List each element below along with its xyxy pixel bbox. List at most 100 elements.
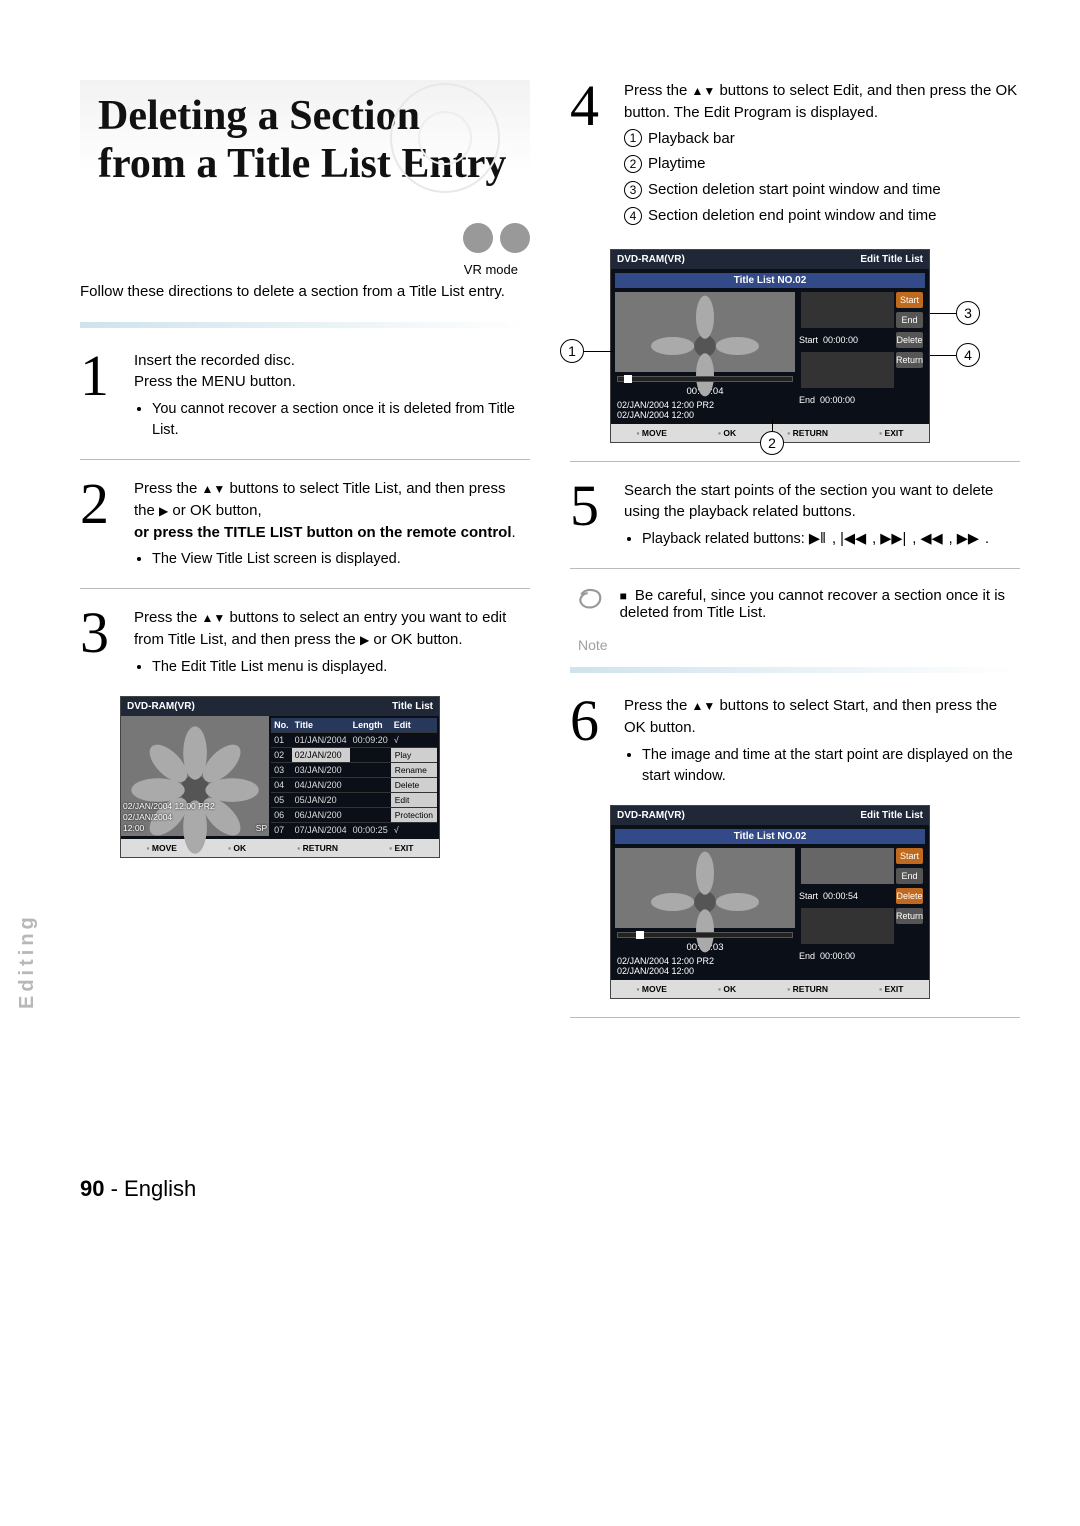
table-row: 0505/JAN/20Edit (271, 792, 437, 807)
text: Press the (624, 697, 692, 714)
key-move: MOVE (637, 984, 667, 994)
step-2: 2 Press the ▲▼ buttons to select Title L… (80, 478, 530, 570)
page-number: 90 (80, 1176, 104, 1201)
text: . (512, 524, 516, 541)
edit-title-list-screen-a: DVD-RAM(VR) Edit Title List Title List N… (610, 249, 930, 443)
text: Press the (624, 82, 692, 99)
text: or OK button, (168, 502, 261, 519)
legend-number-icon: 4 (624, 207, 642, 225)
value: 00:00:54 (823, 891, 858, 901)
col-length: Length (350, 718, 391, 733)
step-5: 5 Search the start points of the section… (570, 480, 1020, 551)
screen-header-left: DVD-RAM(VR) (617, 254, 685, 265)
flower-icon (121, 716, 269, 864)
table-row: 0606/JAN/200Protection (271, 807, 437, 822)
up-down-arrow-icon: ▲▼ (202, 611, 226, 625)
title-list-screen: DVD-RAM(VR) Title List 02/JAN/2004 12:00… (120, 696, 440, 858)
end-preview (801, 352, 894, 388)
skip-back-icon: |◀◀ (840, 531, 866, 547)
key-exit: EXIT (879, 984, 903, 994)
disc-graphic (390, 83, 500, 193)
info-line: 02/JAN/2004 12:00 PR2 (617, 400, 793, 410)
rewind-icon: ◀◀ (920, 531, 942, 547)
page-footer: 90 - English (80, 1176, 1020, 1202)
start-preview (801, 848, 894, 884)
step-bullet: The image and time at the start point ar… (642, 745, 1020, 787)
flower-icon (615, 292, 795, 400)
step-text-bold: or press the TITLE LIST button on the re… (134, 522, 530, 544)
thumbnail (615, 848, 795, 928)
right-arrow-icon: ▶ (360, 633, 369, 647)
title-panel: Deleting a Section from a Title List Ent… (80, 80, 530, 211)
key-ok: OK (718, 428, 736, 438)
screen-header-right: Title List (392, 701, 433, 712)
col-edit: Edit (391, 718, 437, 733)
step-6: 6 Press the ▲▼ buttons to select Start, … (570, 695, 1020, 787)
screen-header-left: DVD-RAM(VR) (617, 810, 685, 821)
table-row: 0202/JAN/200Play (271, 747, 437, 762)
legend-text: Playtime (648, 153, 706, 175)
menu-start-button: Start (896, 848, 923, 864)
note-icon-col: Note (578, 587, 608, 653)
label: End (799, 395, 815, 405)
text: or press the TITLE LIST button on the re… (134, 524, 512, 541)
key-exit: EXIT (389, 843, 413, 853)
playback-bar (617, 932, 793, 938)
step-bullet: The Edit Title List menu is displayed. (152, 657, 530, 678)
legend-text: Section deletion end point window and ti… (648, 205, 937, 227)
key-return: RETURN (787, 428, 828, 438)
divider (80, 322, 530, 328)
step-number: 3 (80, 607, 120, 678)
value: 00:00:00 (820, 395, 855, 405)
text: Press the (134, 480, 202, 497)
label: Start (799, 335, 818, 345)
screen-footer-keys: MOVE OK RETURN EXIT (611, 980, 929, 998)
step-text: Press the ▲▼ buttons to select Title Lis… (134, 478, 530, 522)
label: End (799, 951, 815, 961)
screen-subheader: Title List NO.02 (615, 273, 925, 288)
mode-label: VR mode (80, 262, 530, 277)
table-row: 0101/JAN/200400:09:20√ (271, 732, 437, 747)
value: 00:00:00 (823, 335, 858, 345)
text: or OK button. (369, 631, 462, 648)
dvd-ram-badge (463, 223, 493, 253)
info-line: 02/JAN/2004 12:00 (617, 966, 793, 976)
legend-text: Playback bar (648, 128, 735, 150)
screen-subheader: Title List NO.02 (615, 829, 925, 844)
square-bullet-icon: ■ (620, 589, 627, 603)
playback-bar (617, 376, 793, 382)
step-text: Press the ▲▼ buttons to select Start, an… (624, 695, 1020, 739)
step-text: Press the MENU button. (134, 371, 530, 393)
fast-forward-icon: ▶▶ (957, 531, 979, 547)
divider (80, 459, 530, 460)
step-number: 2 (80, 478, 120, 570)
dvd-rw-badge (500, 223, 530, 253)
callout-3: 3 (956, 301, 980, 325)
note-text: Be careful, since you cannot recover a s… (620, 587, 1005, 621)
edit-title-list-screen-b: DVD-RAM(VR) Edit Title List Title List N… (610, 805, 930, 999)
menu-end-button: End (896, 868, 923, 884)
divider (570, 568, 1020, 569)
menu-start-button: Start (896, 292, 923, 308)
step-bullet: The View Title List screen is displayed. (152, 549, 530, 570)
col-no: No. (271, 718, 292, 733)
menu-return-button: Return (896, 908, 923, 924)
note-label: Note (578, 637, 608, 653)
text: Press the (134, 609, 202, 626)
callout-2: 2 (760, 431, 784, 455)
key-return: RETURN (297, 843, 338, 853)
divider (570, 667, 1020, 673)
step-text: Press the ▲▼ buttons to select an entry … (134, 607, 530, 651)
callout-4: 4 (956, 343, 980, 367)
step-number: 4 (570, 80, 610, 231)
disc-type-badges (80, 223, 530, 256)
step-text: Search the start points of the section y… (624, 480, 1020, 524)
value: 00:00:00 (820, 951, 855, 961)
step-text: Press the ▲▼ buttons to select Edit, and… (624, 80, 1020, 124)
key-exit: EXIT (879, 428, 903, 438)
menu-end-button: End (896, 312, 923, 328)
screen-header-right: Edit Title List (860, 254, 923, 265)
step-3: 3 Press the ▲▼ buttons to select an entr… (80, 607, 530, 678)
skip-forward-icon: ▶▶| (880, 531, 906, 547)
info-line: 02/JAN/2004 (123, 812, 267, 823)
